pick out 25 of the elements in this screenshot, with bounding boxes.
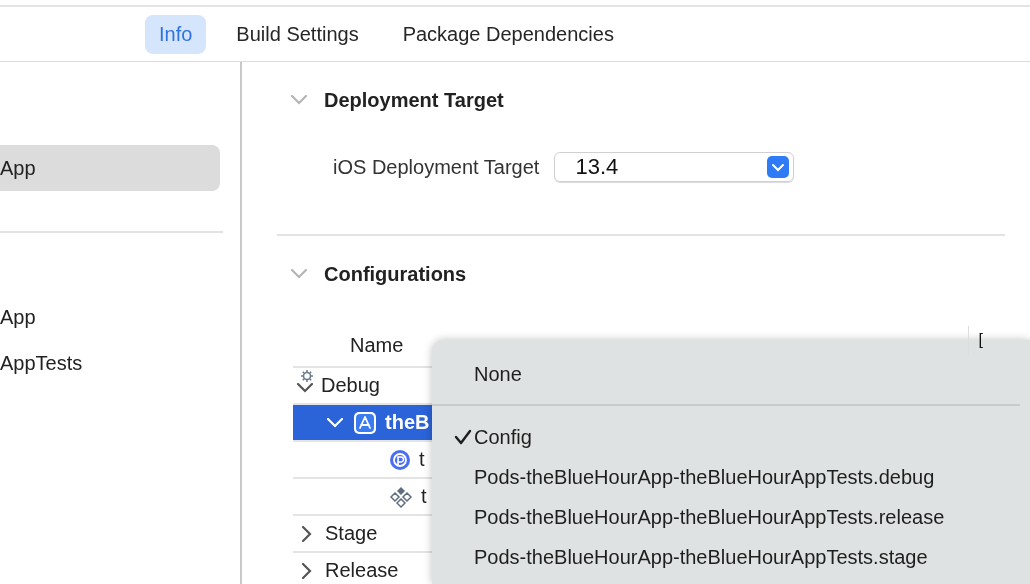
row-label: Debug xyxy=(321,374,380,397)
menu-item[interactable]: Pods-theBlueHourApp-theBlueHourAppTests.debug xyxy=(432,457,1030,497)
tab[interactable]: Build Settings xyxy=(222,14,373,54)
pin-icon xyxy=(389,448,411,471)
menu-item[interactable]: Pods-theBlueHourApp-theBlueHourAppTests.stage xyxy=(432,537,1030,577)
row-label: Stage xyxy=(325,522,378,545)
column-header[interactable]: Name xyxy=(350,333,404,357)
version-dropdown[interactable]: 13.4 xyxy=(554,152,795,182)
diamonds-icon xyxy=(389,484,413,509)
row-label: t xyxy=(419,448,425,471)
menu-item[interactable]: Pods-theBlueHourApp-theBlueHourAppTests.release xyxy=(432,497,1030,537)
row-label: Release xyxy=(325,559,399,582)
sidebar-item[interactable]: App xyxy=(0,145,220,191)
section-title: Configurations xyxy=(324,262,467,286)
row-label: t xyxy=(421,485,427,508)
menu-item[interactable]: Config xyxy=(432,417,1030,457)
tab[interactable]: Package Dependencies xyxy=(388,14,628,54)
tab[interactable]: Info xyxy=(145,14,207,54)
row-label: theB xyxy=(385,411,430,434)
sidebar-item[interactable]: App xyxy=(0,294,220,340)
field-label: iOS Deployment Target xyxy=(333,155,540,179)
menu-item[interactable]: None xyxy=(432,354,1030,394)
sidebar-item[interactable]: AppTests xyxy=(0,340,220,386)
app-icon xyxy=(353,410,377,435)
section-title: Deployment Target xyxy=(324,88,504,112)
